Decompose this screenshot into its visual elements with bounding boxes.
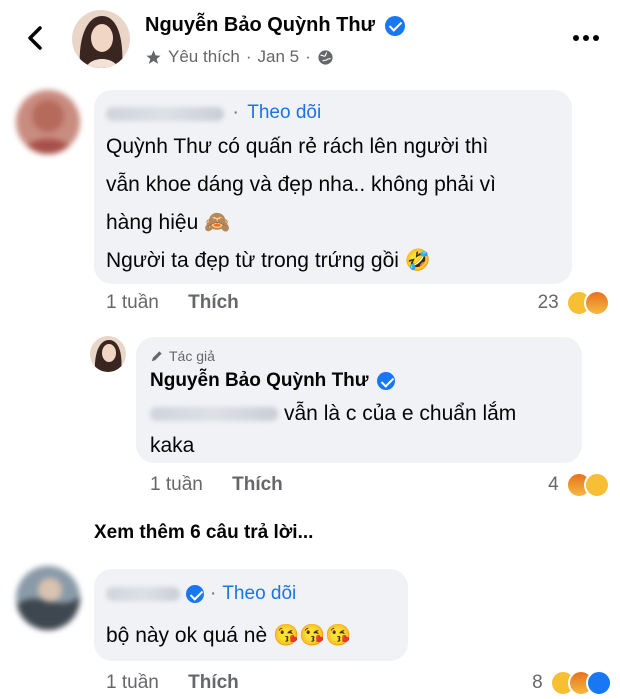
- back-button[interactable]: [18, 20, 54, 56]
- comment-line-text: hàng hiệu 🙈: [106, 211, 231, 234]
- reaction-count: 8: [532, 672, 543, 694]
- author-badge: Tác giả: [150, 348, 215, 364]
- follow-link[interactable]: Theo dõi: [222, 583, 296, 605]
- reply-author-name[interactable]: Nguyễn Bảo Quỳnh Thư: [150, 370, 395, 392]
- reply-actions: 1 tuần Thích: [150, 474, 283, 496]
- reply-time[interactable]: 1 tuần: [150, 474, 203, 495]
- meta-separator: ·: [245, 47, 252, 66]
- reply-text: vẫn là c của e chuẩn lắm kaka: [150, 395, 516, 465]
- comment-line-text: Quỳnh Thư có quấn rẻ rách lên người thì: [106, 135, 489, 158]
- mentioned-user[interactable]: [150, 407, 278, 422]
- reply-line-text: kaka: [150, 434, 195, 457]
- view-more-replies[interactable]: Xem thêm 6 câu trả lời...: [94, 522, 313, 544]
- comment-line-text: Người ta đẹp từ trong trứng gồi 🤣: [106, 249, 431, 272]
- reply-author-avatar[interactable]: [90, 336, 126, 372]
- verified-icon: [376, 371, 395, 390]
- reply-author-name-text[interactable]: Nguyễn Bảo Quỳnh Thư: [150, 370, 369, 391]
- comment-actions: 1 tuần Thích: [106, 672, 239, 694]
- commenter-name[interactable]: [106, 106, 224, 121]
- comment-bubble: · Theo dõi Quỳnh Thư có quấn rẻ rách lên…: [94, 90, 572, 284]
- commenter-name[interactable]: [106, 587, 180, 601]
- like-reaction-icon: [586, 670, 612, 696]
- comment-bubble: · Theo dõi bộ này ok quá nè 😘😘😘: [94, 569, 408, 661]
- comment-text: bộ này ok quá nè 😘😘😘: [106, 624, 352, 647]
- comment-actions: 1 tuần Thích: [106, 292, 239, 314]
- reaction-count: 4: [548, 474, 559, 496]
- angry-reaction-icon: [584, 290, 610, 316]
- like-button[interactable]: Thích: [188, 672, 239, 693]
- follow-separator: ·: [232, 102, 239, 123]
- reply-line: vẫn là c của e chuẩn lắm: [150, 395, 516, 433]
- follow-separator: ·: [210, 583, 217, 604]
- author-avatar[interactable]: [72, 10, 130, 68]
- haha-reaction-icon: [584, 472, 610, 498]
- post-author-name[interactable]: Nguyễn Bảo Quỳnh Thư: [145, 14, 405, 37]
- globe-icon: [318, 49, 333, 65]
- reaction-count: 23: [537, 292, 559, 314]
- star-icon: [146, 49, 161, 64]
- reaction-summary[interactable]: 4: [500, 472, 610, 498]
- back-arrow-icon: [28, 26, 42, 50]
- reply-line-text: vẫn là c của e chuẩn lắm: [284, 402, 517, 425]
- commenter-avatar[interactable]: [16, 566, 80, 630]
- comment-header: · Theo dõi: [106, 583, 296, 605]
- comment-header: · Theo dõi: [106, 102, 321, 124]
- comment-line: Người ta đẹp từ trong trứng gồi 🤣: [106, 242, 496, 280]
- more-options-button[interactable]: [566, 24, 606, 52]
- like-button[interactable]: Thích: [232, 474, 283, 495]
- follow-link[interactable]: Theo dõi: [247, 102, 321, 123]
- verified-icon: [186, 585, 204, 603]
- comment-line: vẫn khoe dáng và đẹp nha.. không phải vì: [106, 166, 496, 204]
- reaction-summary[interactable]: 23: [500, 290, 610, 316]
- post-meta: Yêu thích · Jan 5 ·: [145, 47, 334, 67]
- comment-line: hàng hiệu 🙈: [106, 204, 496, 242]
- more-icon: [573, 35, 599, 41]
- author-badge-text: Tác giả: [169, 348, 215, 364]
- comment-text: Quỳnh Thư có quấn rẻ rách lên người thì …: [106, 128, 496, 280]
- favorite-label: Yêu thích: [168, 47, 240, 66]
- reply-bubble: Tác giả Nguyễn Bảo Quỳnh Thư vẫn là c củ…: [136, 337, 582, 463]
- author-name-text[interactable]: Nguyễn Bảo Quỳnh Thư: [145, 14, 375, 36]
- comment-time[interactable]: 1 tuần: [106, 672, 159, 693]
- comment-time[interactable]: 1 tuần: [106, 292, 159, 313]
- pencil-icon: [151, 351, 162, 362]
- comment-line: Quỳnh Thư có quấn rẻ rách lên người thì: [106, 128, 496, 166]
- like-button[interactable]: Thích: [188, 292, 239, 313]
- post-date[interactable]: Jan 5: [258, 47, 300, 67]
- verified-icon: [384, 15, 405, 36]
- commenter-avatar[interactable]: [16, 90, 80, 154]
- reaction-summary[interactable]: 8: [480, 670, 612, 696]
- comment-line-text: vẫn khoe dáng và đẹp nha.. không phải vì: [106, 173, 496, 196]
- meta-separator-2: ·: [305, 47, 311, 66]
